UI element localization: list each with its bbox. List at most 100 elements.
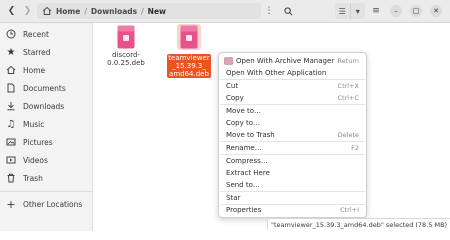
file-name: discord- 0.0.25.deb [107, 51, 145, 67]
chevron-down-icon: ▾ [355, 6, 360, 16]
menu-item-shortcut: F2 [351, 144, 359, 152]
close-button[interactable]: ✕ [430, 5, 442, 17]
sidebar-item-label: Other Locations [23, 199, 83, 209]
view-options-button[interactable]: ▾ [349, 3, 366, 19]
menu-item-open-other-application[interactable]: Open With Other Application [220, 67, 365, 79]
menu-item-shortcut: Ctrl+X [337, 82, 359, 90]
chevron-left-icon: ❮ [7, 6, 16, 16]
sidebar-item-videos[interactable]: Videos [0, 152, 92, 168]
file-item-teamviewer[interactable]: teamviewer _15.39.3_ amd64.deb [164, 24, 214, 80]
download-icon [5, 100, 17, 112]
sidebar-item-documents[interactable]: Documents [0, 80, 92, 96]
home-icon [5, 64, 17, 76]
menu-item-shortcut: Return [337, 57, 359, 65]
more-vert-icon: ⋮ [264, 6, 274, 16]
list-view-icon: ☰ [338, 6, 346, 16]
maximize-button[interactable]: □ [410, 5, 422, 17]
menu-item-star[interactable]: Star [220, 192, 365, 204]
sidebar-item-label: Home [23, 65, 46, 75]
menu-item-copy[interactable]: Copy Ctrl+C [220, 92, 365, 104]
menu-item-label: Send to… [226, 181, 260, 189]
forward-button[interactable]: ❯ [20, 3, 35, 19]
sidebar-item-home[interactable]: Home [0, 62, 92, 78]
chevron-right-icon: ❯ [23, 6, 32, 16]
header-bar: ❮ ❯ Home / Downloads / New ⋮ ☰ ▾ ≡ – □ ✕ [0, 0, 450, 23]
sidebar-item-starred[interactable]: ★ Starred [0, 44, 92, 60]
back-button[interactable]: ❮ [4, 3, 19, 19]
archive-icon [224, 57, 233, 65]
menu-item-label: Compress… [226, 157, 268, 165]
menu-item-rename[interactable]: Rename… F2 [220, 142, 365, 154]
file-name: teamviewer _15.39.3_ amd64.deb [167, 54, 211, 78]
video-icon [5, 154, 17, 166]
trash-icon [5, 172, 17, 184]
menu-item-shortcut: Ctrl+C [337, 94, 359, 102]
breadcrumb-home[interactable]: Home [53, 7, 83, 16]
menu-item-cut[interactable]: Cut Ctrl+X [220, 80, 365, 92]
selection-status: "teamviewer_15.39.3_amd64.deb" selected … [267, 218, 450, 230]
menu-item-compress[interactable]: Compress… [220, 155, 365, 167]
sidebar-item-downloads[interactable]: Downloads [0, 98, 92, 114]
sidebar-item-label: Pictures [23, 137, 53, 147]
sidebar-item-label: Documents [23, 83, 66, 93]
menu-item-label: Copy to… [226, 119, 261, 127]
list-view-button[interactable]: ☰ [335, 3, 350, 19]
file-item-discord[interactable]: discord- 0.0.25.deb [102, 25, 150, 69]
sidebar-item-label: Videos [23, 155, 48, 165]
selection-highlight [177, 24, 201, 50]
breadcrumb-downloads[interactable]: Downloads [88, 7, 140, 16]
minimize-icon: – [394, 7, 398, 15]
menu-item-label: Open With Other Application [226, 69, 327, 77]
menu-item-label: Properties [226, 206, 262, 214]
path-bar[interactable]: Home / Downloads / New [37, 3, 261, 19]
search-button[interactable] [281, 3, 296, 19]
package-icon [180, 25, 198, 49]
sidebar-item-other-locations[interactable]: + Other Locations [0, 196, 92, 212]
menu-item-move-to-trash[interactable]: Move to Trash Delete [220, 129, 365, 141]
sidebar-item-label: Trash [23, 173, 43, 183]
sidebar-item-label: Music [23, 119, 45, 129]
menu-item-properties[interactable]: Properties Ctrl+I [220, 204, 365, 216]
folder-menu-button[interactable]: ⋮ [263, 3, 275, 19]
sidebar-item-trash[interactable]: Trash [0, 170, 92, 186]
sidebar-item-label: Starred [23, 47, 51, 57]
close-icon: ✕ [433, 7, 439, 15]
maximize-icon: □ [412, 7, 420, 15]
document-icon [5, 82, 17, 94]
main-menu-button[interactable]: ≡ [369, 3, 383, 19]
menu-item-label: Move to Trash [226, 131, 275, 139]
sidebar-item-label: Recent [23, 29, 49, 39]
sidebar-item-label: Downloads [23, 101, 65, 111]
menu-item-label: Open With Archive Manager [236, 57, 335, 65]
music-icon: ♫ [6, 118, 16, 130]
menu-item-label: Extract Here [226, 169, 270, 177]
star-icon: ★ [6, 46, 16, 58]
menu-item-label: Star [226, 194, 241, 202]
menu-item-send-to[interactable]: Send to… [220, 179, 365, 191]
menu-item-move-to[interactable]: Move to… [220, 105, 365, 117]
sidebar-item-pictures[interactable]: Pictures [0, 134, 92, 150]
search-icon [284, 6, 293, 15]
minimize-button[interactable]: – [390, 5, 402, 17]
clock-icon [5, 28, 17, 40]
plus-icon: + [6, 197, 16, 211]
menu-item-copy-to[interactable]: Copy to… [220, 117, 365, 129]
sidebar-item-music[interactable]: ♫ Music [0, 116, 92, 132]
breadcrumb-new[interactable]: New [145, 7, 169, 16]
menu-item-label: Move to… [226, 107, 262, 115]
menu-item-extract-here[interactable]: Extract Here [220, 167, 365, 179]
menu-item-open-archive-manager[interactable]: Open With Archive Manager Return [220, 55, 365, 67]
menu-item-label: Copy [226, 94, 244, 102]
menu-item-shortcut: Delete [337, 131, 359, 139]
sidebar: Recent ★ Starred Home Documents Download… [0, 23, 93, 231]
hamburger-icon: ≡ [372, 6, 380, 16]
file-manager-window: ❮ ❯ Home / Downloads / New ⋮ ☰ ▾ ≡ – □ ✕… [0, 0, 450, 231]
sidebar-item-recent[interactable]: Recent [0, 26, 92, 42]
sidebar-divider [0, 191, 92, 192]
context-menu: Open With Archive Manager Return Open Wi… [218, 52, 367, 218]
picture-icon [5, 136, 17, 148]
view-toggle: ☰ ▾ [335, 3, 365, 19]
home-icon [42, 6, 52, 15]
package-icon [117, 25, 135, 49]
menu-item-label: Rename… [226, 144, 262, 152]
